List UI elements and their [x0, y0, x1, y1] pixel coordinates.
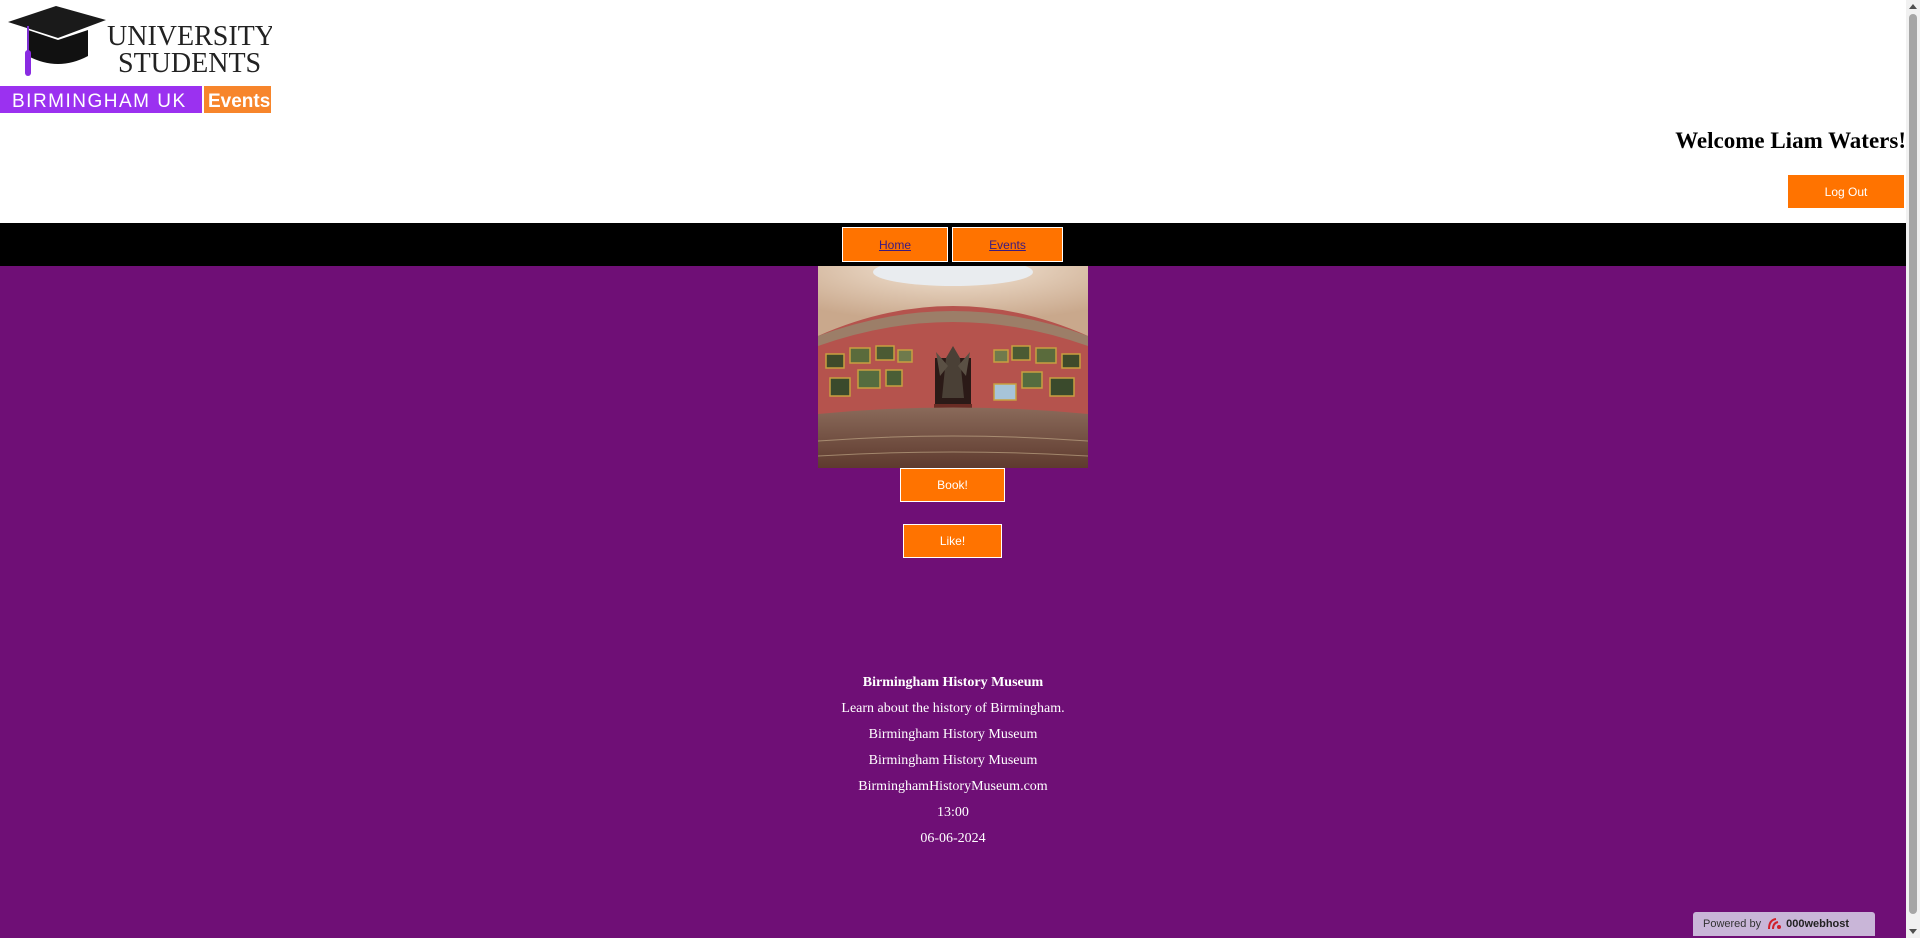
logout-button[interactable]: Log Out	[1788, 175, 1904, 208]
site-logo[interactable]: UNIVERSITY STUDENTS BIRMINGHAM UK Events	[0, 0, 272, 114]
event-details: Birmingham History Museum Learn about th…	[0, 672, 1906, 854]
vertical-scrollbar[interactable]	[1906, 0, 1920, 938]
event-venue: Birmingham History Museum	[868, 727, 1038, 742]
scroll-down-arrow-icon[interactable]	[1909, 929, 1917, 934]
event-image	[818, 266, 1088, 468]
graduation-cap-logo-icon: UNIVERSITY STUDENTS BIRMINGHAM UK Events	[0, 6, 272, 113]
page: UNIVERSITY STUDENTS BIRMINGHAM UK Events…	[0, 0, 1906, 938]
logo-tag: Events	[208, 91, 270, 112]
event-name: Birmingham History Museum	[862, 675, 1044, 690]
logo-line2: STUDENTS	[118, 48, 261, 79]
event-date: 06-06-2024	[920, 831, 986, 846]
nav-home-link[interactable]: Home	[842, 227, 948, 262]
scrollbar-thumb[interactable]	[1909, 14, 1917, 914]
scroll-up-arrow-icon[interactable]	[1909, 4, 1917, 9]
powered-by-label: Powered by	[1703, 918, 1762, 930]
event-organiser: Birmingham History Museum	[868, 753, 1038, 768]
site-header: UNIVERSITY STUDENTS BIRMINGHAM UK Events…	[0, 0, 1906, 223]
event-description: Learn about the history of Birmingham.	[841, 701, 1065, 716]
like-button[interactable]: Like!	[903, 524, 1002, 558]
webhost-brand-text: 000webhost	[1786, 918, 1850, 930]
webhost-logo-icon	[1768, 918, 1782, 930]
welcome-message: Welcome Liam Waters!	[1675, 128, 1906, 153]
event-time: 13:00	[937, 805, 969, 820]
logo-city: BIRMINGHAM UK	[12, 91, 187, 112]
book-button[interactable]: Book!	[900, 468, 1005, 502]
event-website: BirminghamHistoryMuseum.com	[858, 779, 1048, 794]
main-navigation: Home Events	[0, 223, 1906, 266]
powered-by-badge[interactable]: Powered by 000webhost	[1693, 912, 1875, 936]
webhost-brand: 000webhost	[1767, 917, 1849, 931]
browser-viewport: UNIVERSITY STUDENTS BIRMINGHAM UK Events…	[0, 0, 1920, 938]
nav-events-link[interactable]: Events	[952, 227, 1063, 262]
museum-photo-image	[818, 266, 1088, 468]
